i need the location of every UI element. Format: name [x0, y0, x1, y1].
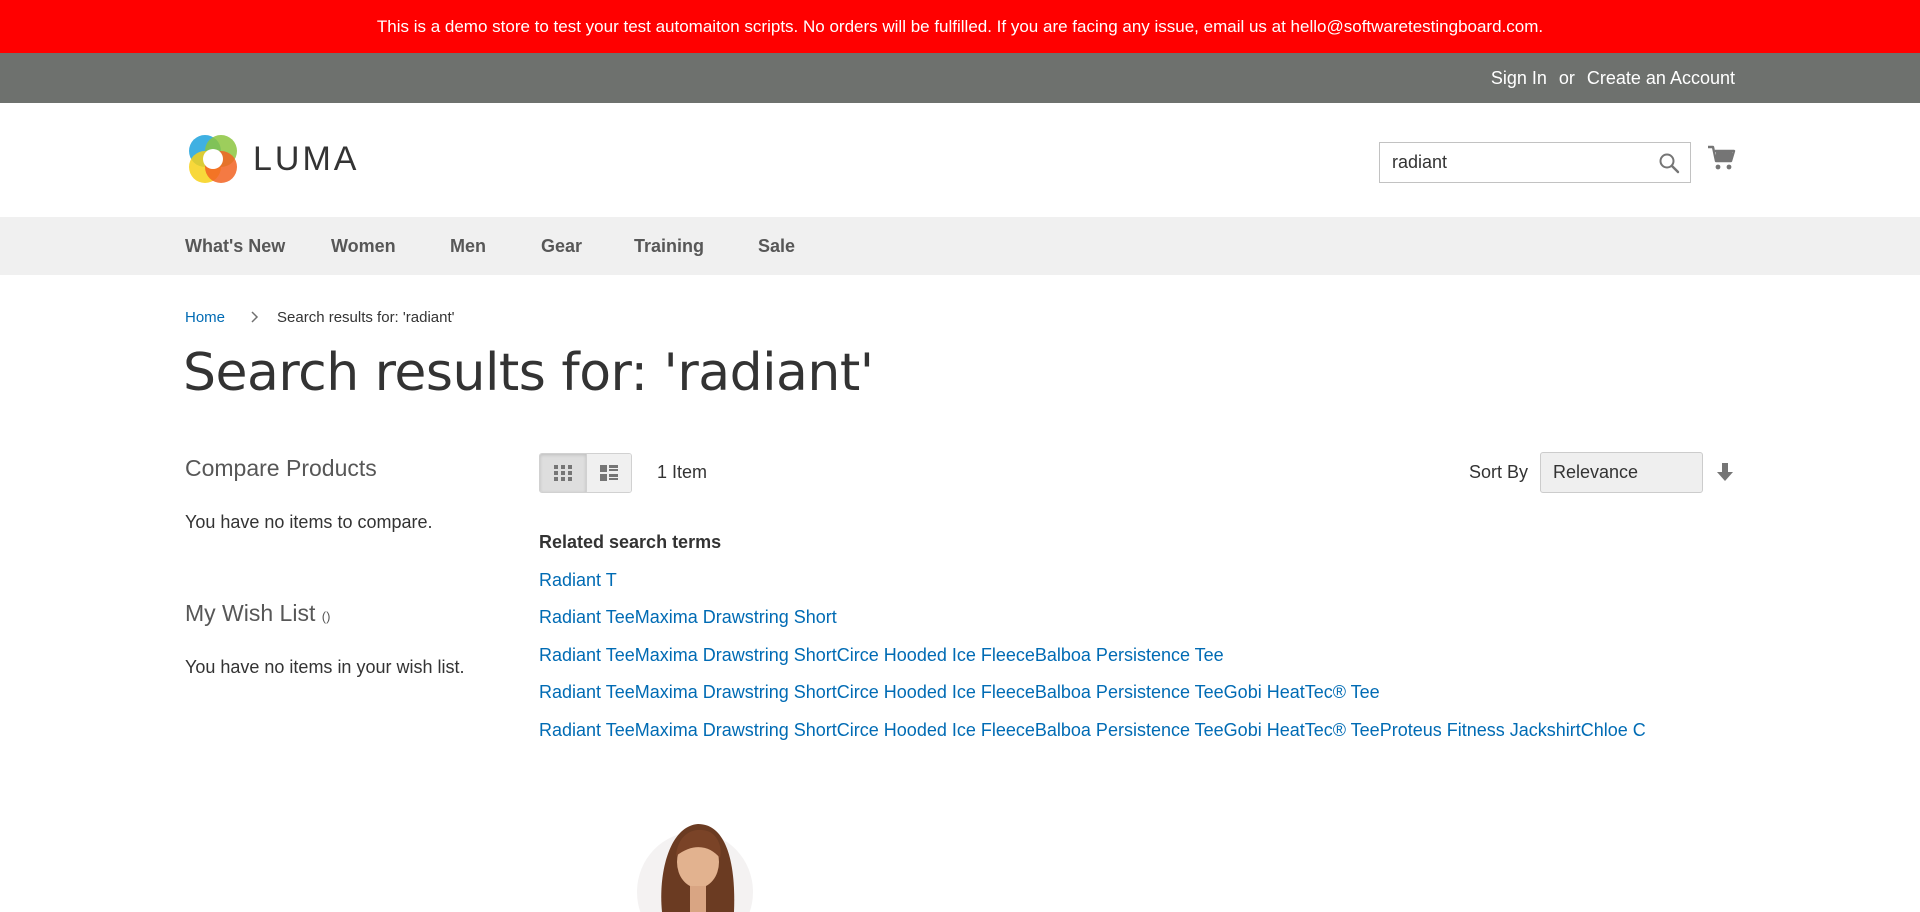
cart-icon[interactable]	[1707, 143, 1737, 173]
breadcrumb-home-link[interactable]: Home	[185, 309, 225, 326]
grid-view-icon	[553, 465, 572, 481]
main-navigation: What's New Women Men Gear Training Sale	[0, 217, 1920, 275]
logo-wordmark: LUMA	[253, 139, 360, 178]
related-term-link[interactable]: Radiant TeeMaxima Drawstring ShortCirce …	[539, 720, 1646, 741]
luma-logo-icon	[189, 135, 237, 183]
sign-in-link[interactable]: Sign In	[1491, 68, 1547, 89]
wishlist-empty-message: You have no items in your wish list.	[185, 657, 465, 677]
sort-by-value: Relevance	[1553, 462, 1639, 482]
breadcrumb: Home Search results for: 'radiant'	[185, 306, 455, 328]
sort-by-select[interactable]: Relevance	[1540, 452, 1703, 493]
top-links-bar: Sign In or Create an Account	[0, 53, 1920, 103]
search-icon[interactable]	[1658, 152, 1680, 174]
related-search-terms-title: Related search terms	[539, 532, 722, 552]
page-title: Search results for: 'radiant'	[183, 343, 874, 403]
chevron-right-icon	[251, 311, 259, 323]
product-photo-icon	[637, 824, 753, 912]
sort-arrow-down-icon[interactable]	[1716, 462, 1734, 482]
sort-by-label: Sort By	[1469, 462, 1529, 482]
view-mode-switch	[539, 453, 632, 493]
list-view-icon	[599, 465, 618, 481]
breadcrumb-current: Search results for: 'radiant'	[277, 308, 455, 326]
nav-item-men[interactable]: Men	[450, 217, 486, 275]
or-separator: or	[1558, 67, 1575, 88]
wishlist-count: ()	[321, 609, 331, 624]
store-logo[interactable]: LUMA	[185, 130, 359, 188]
nav-item-whats-new[interactable]: What's New	[185, 217, 285, 275]
grid-view-button[interactable]	[540, 454, 586, 492]
nav-item-sale[interactable]: Sale	[758, 217, 795, 275]
list-view-button[interactable]	[585, 454, 631, 492]
site-header: LUMA	[0, 103, 1920, 217]
compare-products-title: Compare Products	[185, 455, 377, 481]
related-term-link[interactable]: Radiant TeeMaxima Drawstring ShortCirce …	[539, 645, 1224, 666]
demo-notice-text: This is a demo store to test your test a…	[376, 16, 1544, 36]
wishlist-title-text: My Wish List	[185, 600, 316, 626]
compare-empty-message: You have no items to compare.	[185, 512, 433, 532]
create-account-link[interactable]: Create an Account	[1587, 68, 1735, 89]
related-term-link[interactable]: Radiant T	[539, 570, 617, 591]
nav-item-women[interactable]: Women	[331, 217, 396, 275]
related-term-link[interactable]: Radiant TeeMaxima Drawstring Short	[539, 607, 837, 628]
search-input[interactable]	[1380, 143, 1650, 182]
search-box	[1379, 142, 1691, 183]
product-image[interactable]	[610, 812, 770, 912]
account-links: Sign In or Create an Account	[1491, 53, 1735, 103]
wishlist-title: My Wish List ()	[185, 600, 330, 627]
toolbar-item-count: 1 Item	[657, 462, 708, 482]
related-term-link[interactable]: Radiant TeeMaxima Drawstring ShortCirce …	[539, 682, 1380, 703]
nav-item-training[interactable]: Training	[634, 217, 704, 275]
nav-item-gear[interactable]: Gear	[541, 217, 582, 275]
demo-notice-banner: This is a demo store to test your test a…	[0, 0, 1920, 53]
